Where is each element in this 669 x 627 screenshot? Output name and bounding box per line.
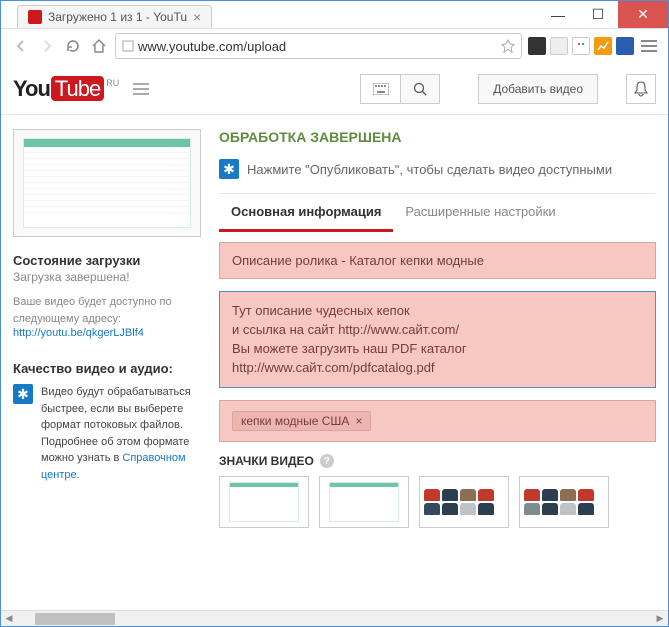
maximize-button[interactable]: ☐ [578, 1, 618, 28]
locale-badge: RU [106, 78, 119, 88]
title-value: Описание ролика - Каталог кепки модные [232, 253, 484, 268]
extensions [528, 37, 634, 55]
help-icon[interactable]: ? [320, 454, 334, 468]
tab-close-icon[interactable]: × [193, 10, 201, 24]
quality-title: Качество видео и аудио: [13, 361, 201, 376]
reload-button[interactable] [63, 36, 83, 56]
upload-status-note: Ваше видео будет доступно по следующему … [13, 294, 201, 327]
info-badge-icon: ✱ [13, 384, 33, 404]
window-controls: — ☐ ✕ [538, 1, 668, 28]
search-input[interactable] [360, 74, 400, 104]
youtube-header: YouTube RU Добавить видео [1, 63, 668, 115]
thumbnails-title: ЗНАЧКИ ВИДЕО [219, 454, 314, 468]
tab-advanced-settings[interactable]: Расширенные настройки [393, 194, 567, 232]
tab-title: Загружено 1 из 1 - YouTu [48, 10, 187, 24]
video-thumbnail-large [13, 129, 201, 237]
desc-line: http://www.сайт.com/pdfcatalog.pdf [232, 359, 643, 378]
desc-line: Вы можете загрузить наш PDF каталог [232, 340, 643, 359]
star-icon[interactable] [501, 39, 515, 53]
arrow-right-icon [40, 39, 54, 53]
tag-chip: кепки модные США × [232, 411, 371, 431]
reload-icon [65, 38, 81, 54]
quality-text: Видео будут обрабатываться быстрее, если… [41, 384, 201, 483]
search-button[interactable] [400, 74, 440, 104]
desc-line: Тут описание чудесных кепок [232, 302, 643, 321]
thumbnail-option-2[interactable] [319, 476, 409, 528]
info-badge-icon: ✱ [219, 159, 239, 179]
notifications-button[interactable] [626, 74, 656, 104]
search [360, 74, 440, 104]
browser-toolbar: www.youtube.com/upload [1, 29, 668, 63]
ext-icon-4[interactable] [594, 37, 612, 55]
page-icon [122, 40, 134, 52]
video-url-link[interactable]: http://youtu.be/qkgerLJBlf4 [13, 327, 201, 339]
add-video-button[interactable]: Добавить видео [478, 74, 598, 104]
upload-status-title: Состояние загрузки [13, 253, 201, 268]
youtube-favicon-icon [28, 10, 42, 24]
ext-icon-5[interactable] [616, 37, 634, 55]
tab-basic-info[interactable]: Основная информация [219, 194, 393, 232]
youtube-logo[interactable]: YouTube RU [13, 76, 119, 102]
close-button[interactable]: ✕ [618, 1, 668, 28]
publish-hint: Нажмите "Опубликовать", чтобы сделать ви… [247, 162, 612, 177]
desc-line: и ссылка на сайт http://www.сайт.com/ [232, 321, 643, 340]
processing-status: ОБРАБОТКА ЗАВЕРШЕНА [219, 129, 656, 145]
thumbnail-option-3[interactable] [419, 476, 509, 528]
tag-remove-icon[interactable]: × [355, 414, 362, 428]
tabs-strip: Загружено 1 из 1 - YouTu × [1, 1, 538, 28]
scroll-left-icon[interactable]: ◀ [1, 613, 17, 624]
scroll-right-icon[interactable]: ▶ [652, 613, 668, 624]
browser-tab[interactable]: Загружено 1 из 1 - YouTu × [17, 5, 212, 28]
horizontal-scrollbar[interactable]: ◀ ▶ [1, 610, 668, 626]
back-button[interactable] [11, 36, 31, 56]
arrow-left-icon [14, 39, 28, 53]
home-button[interactable] [89, 36, 109, 56]
home-icon [91, 38, 107, 54]
address-bar[interactable]: www.youtube.com/upload [115, 33, 522, 59]
bell-icon [634, 81, 648, 97]
minimize-button[interactable]: — [538, 1, 578, 28]
upload-status-complete: Загрузка завершена! [13, 270, 201, 284]
thumbnail-option-4[interactable] [519, 476, 609, 528]
keyboard-icon [373, 83, 389, 95]
browser-menu-button[interactable] [640, 40, 658, 52]
forward-button[interactable] [37, 36, 57, 56]
scrollbar-thumb[interactable] [35, 613, 115, 625]
description-input[interactable]: Тут описание чудесных кепок и ссылка на … [219, 291, 656, 388]
tags-input[interactable]: кепки модные США × [219, 400, 656, 442]
tag-label: кепки модные США [241, 414, 349, 428]
guide-menu-button[interactable] [133, 83, 149, 95]
url-text: www.youtube.com/upload [138, 39, 497, 54]
ext-icon-2[interactable] [550, 37, 568, 55]
ext-icon-1[interactable] [528, 37, 546, 55]
title-input[interactable]: Описание ролика - Каталог кепки модные [219, 242, 656, 279]
search-icon [413, 82, 427, 96]
youtube-logo-icon: YouTube [13, 76, 104, 102]
window-titlebar: Загружено 1 из 1 - YouTu × — ☐ ✕ [1, 1, 668, 29]
add-video-label: Добавить видео [493, 82, 583, 96]
thumbnail-option-1[interactable] [219, 476, 309, 528]
ext-icon-3[interactable] [572, 37, 590, 55]
